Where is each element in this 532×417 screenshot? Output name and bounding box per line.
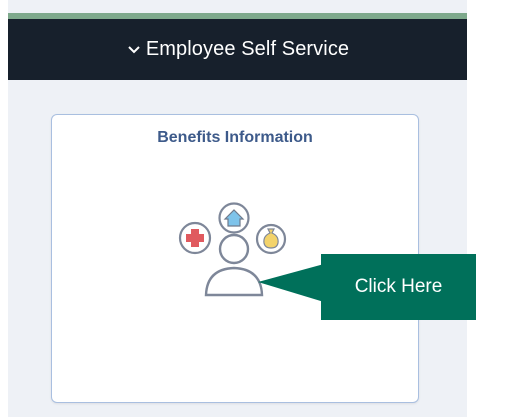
callout-label: Click Here (321, 254, 476, 320)
callout-pointer (258, 264, 324, 302)
chevron-down-icon[interactable] (126, 43, 142, 57)
person-icon (204, 233, 264, 297)
home-icon (218, 202, 250, 234)
tile-title: Benefits Information (157, 129, 313, 146)
section-header[interactable]: Employee Self Service (8, 19, 467, 80)
section-title: Employee Self Service (145, 38, 350, 60)
click-here-callout: Click Here (258, 254, 476, 320)
medical-cross-icon (178, 221, 212, 255)
money-bag-icon (255, 223, 287, 255)
